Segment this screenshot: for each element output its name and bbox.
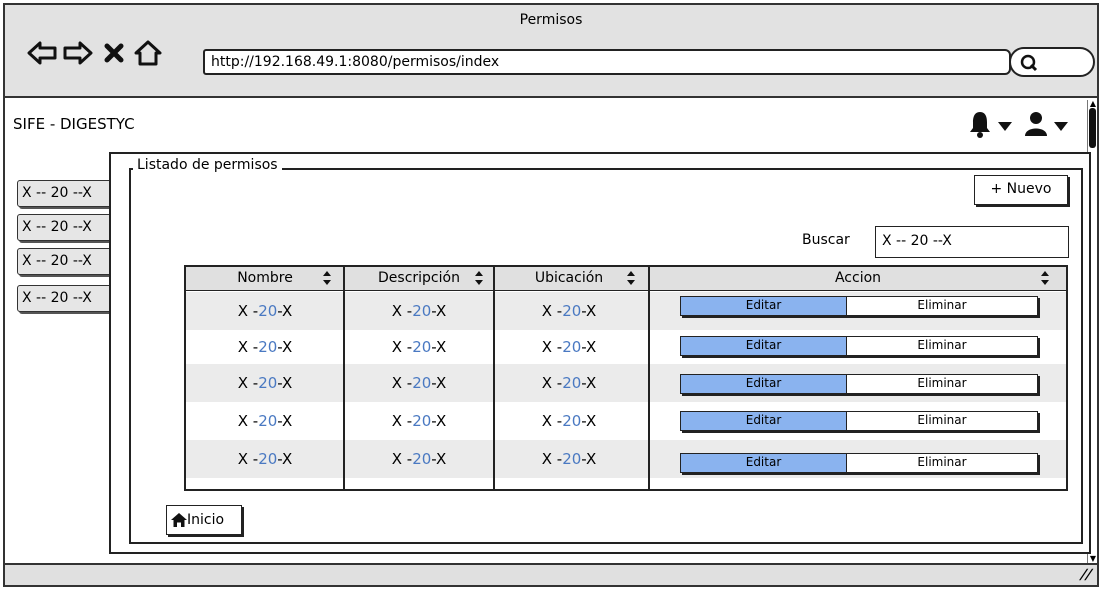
table-row: X -20-X X -20-X X -20-X Editar Eliminar [186,440,1066,478]
cell-nombre: X -20-X [237,412,293,430]
user-icon[interactable] [1024,111,1048,141]
sort-icon[interactable] [1040,270,1050,286]
home-icon [171,513,187,527]
edit-button[interactable]: Editar [681,297,847,315]
permissions-table: Nombre Descripción Ubicación Accion X -2… [184,265,1068,491]
app-title: SIFE - DIGESTYC [13,115,135,133]
cell-nombre: X -20-X [237,338,293,356]
edit-button[interactable]: Editar [681,375,847,393]
caret-down-icon[interactable] [998,117,1012,136]
row-actions: Editar Eliminar [680,411,1038,431]
table-row: X -20-X X -20-X X -20-X Editar Eliminar [186,402,1066,440]
delete-button[interactable]: Eliminar [847,412,1037,430]
sort-icon[interactable] [322,270,332,286]
forward-arrow-icon[interactable] [63,39,93,67]
url-bar[interactable]: http://192.168.49.1:8080/permisos/index [203,49,1011,75]
cell-ubicacion: X -20-X [541,302,597,320]
column-label: Ubicación [534,270,604,286]
home-button-label: Inicio [187,511,225,528]
column-header-ubicacion[interactable]: Ubicación [494,267,644,291]
home-outline-icon[interactable] [133,39,163,67]
scrollbar-thumb[interactable] [1089,108,1096,148]
sidebar-item[interactable]: X -- 20 --X [17,285,113,312]
edit-button[interactable]: Editar [681,337,847,355]
cell-ubicacion: X -20-X [541,412,597,430]
scroll-down-icon[interactable]: ▼ [1088,555,1098,563]
table-header: Nombre Descripción Ubicación Accion [186,267,1066,291]
bell-icon[interactable] [968,110,992,142]
delete-button[interactable]: Eliminar [847,375,1037,393]
close-x-icon[interactable] [99,39,129,67]
search-label: Buscar [802,232,850,248]
cell-ubicacion: X -20-X [541,374,597,392]
row-actions: Editar Eliminar [680,336,1038,356]
edit-button[interactable]: Editar [681,412,847,430]
cell-nombre: X -20-X [237,302,293,320]
panel-legend: Listado de permisos [133,157,282,173]
row-actions: Editar Eliminar [680,453,1038,473]
browser-chrome: Permisos http://192.168.49.1:8080/permis… [5,5,1097,98]
cell-descripcion: X -20-X [391,374,447,392]
column-divider [648,267,650,489]
cell-descripcion: X -20-X [391,450,447,468]
edit-button[interactable]: Editar [681,454,847,472]
window-title: Permisos [519,12,583,28]
row-actions: Editar Eliminar [680,296,1038,316]
sidebar-item[interactable]: X -- 20 --X [17,180,113,207]
column-divider [493,267,495,489]
header-actions [968,112,1068,140]
delete-button[interactable]: Eliminar [847,454,1037,472]
cell-descripcion: X -20-X [391,338,447,356]
column-header-descripcion[interactable]: Descripción [344,267,494,291]
scroll-up-icon[interactable]: ▲ [1088,100,1098,108]
table-row: X -20-X X -20-X X -20-X Editar Eliminar [186,328,1066,366]
delete-button[interactable]: Eliminar [847,337,1037,355]
sidebar-item[interactable]: X -- 20 --X [17,248,113,275]
cell-nombre: X -20-X [237,450,293,468]
table-row: X -20-X X -20-X X -20-X Editar Eliminar [186,364,1066,402]
cell-ubicacion: X -20-X [541,450,597,468]
sort-icon[interactable] [474,270,484,286]
back-arrow-icon[interactable] [27,39,57,67]
cell-nombre: X -20-X [237,374,293,392]
column-label: Accion [834,270,882,286]
sort-icon[interactable] [626,270,636,286]
row-actions: Editar Eliminar [680,374,1038,394]
status-bar: // [5,563,1097,585]
cell-ubicacion: X -20-X [541,338,597,356]
column-header-accion: Accion [650,267,1066,291]
column-label: Nombre [237,270,293,286]
column-divider [343,267,345,489]
search-input[interactable]: X -- 20 --X [875,226,1069,258]
column-header-nombre[interactable]: Nombre [186,267,344,291]
column-label: Descripción [378,270,460,286]
cell-descripcion: X -20-X [391,302,447,320]
table-row: X -20-X X -20-X X -20-X Editar Eliminar [186,292,1066,330]
new-button[interactable]: + Nuevo [974,175,1068,205]
caret-down-icon[interactable] [1054,117,1068,136]
search-icon [1020,54,1038,72]
home-button[interactable]: Inicio [166,505,242,535]
resize-grip-icon[interactable]: // [1078,567,1094,583]
cell-descripcion: X -20-X [391,412,447,430]
sidebar-item[interactable]: X -- 20 --X [17,214,113,241]
delete-button[interactable]: Eliminar [847,297,1037,315]
browser-search-field[interactable] [1009,47,1095,77]
